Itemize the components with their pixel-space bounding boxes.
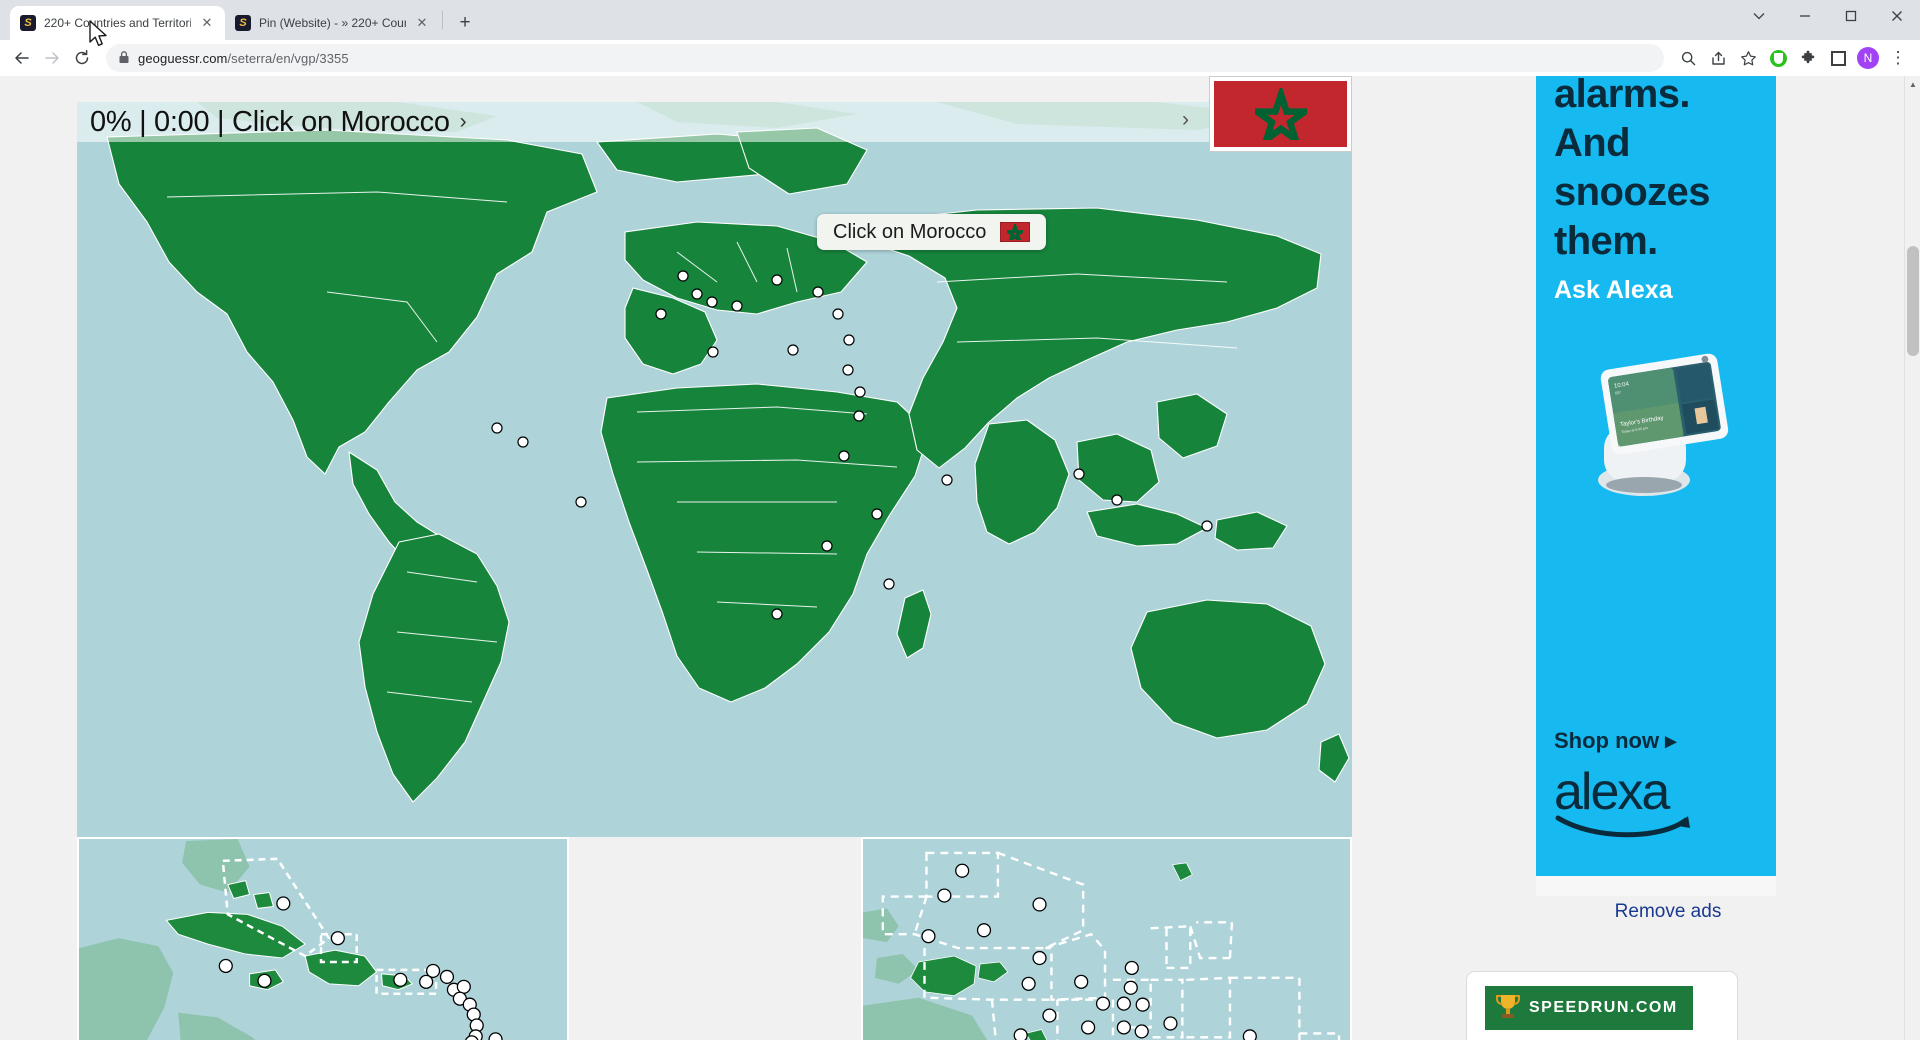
click-prompt-tooltip: Click on Morocco (817, 214, 1047, 250)
address-bar[interactable]: geoguessr.com/seterra/en/vgp/3355 (106, 44, 1664, 72)
tab-divider (442, 11, 443, 29)
toolbar-actions: N ⋮ (1674, 44, 1912, 72)
caribbean-inset-svg[interactable] (79, 839, 567, 1040)
click-prompt-text: Click on Morocco (833, 220, 987, 243)
alexa-logo: alexa (1554, 766, 1694, 840)
morocco-flag-icon (1214, 81, 1347, 147)
back-icon[interactable] (8, 44, 36, 72)
sidebar-rail: alarms. And snoozes them. Ask Alexa 10:0… (1432, 76, 1904, 1040)
tab-favicon-seterra: S (20, 15, 36, 31)
ad-headline: alarms. And snoozes them. (1554, 76, 1710, 266)
browser-toolbar: geoguessr.com/seterra/en/vgp/3355 N ⋮ (0, 40, 1920, 76)
new-tab-button[interactable]: + (451, 9, 479, 37)
trophy-icon (1495, 992, 1521, 1025)
side-panel-icon[interactable] (1824, 44, 1852, 72)
browser-menu-icon[interactable]: ⋮ (1884, 44, 1912, 72)
map-container: 0% | 0:00 | Click on Morocco › › Click o… (77, 76, 1352, 1040)
scrollbar-thumb[interactable] (1907, 246, 1919, 356)
target-flag-box (1209, 76, 1352, 152)
oceania-inset[interactable] (861, 837, 1352, 1040)
url-path: /seterra/en/vgp/3355 (227, 50, 349, 66)
profile-avatar[interactable]: N (1854, 44, 1882, 72)
tab-title: 220+ Countries and Territories - (44, 16, 191, 30)
tab-strip: S 220+ Countries and Territories - ✕ S P… (0, 0, 1920, 40)
tab-search-icon[interactable] (1736, 0, 1782, 32)
world-map[interactable]: 0% | 0:00 | Click on Morocco › › Click o… (77, 102, 1352, 837)
alexa-ad[interactable]: alarms. And snoozes them. Ask Alexa 10:0… (1536, 76, 1776, 876)
tab-favicon-seterra: S (235, 15, 251, 31)
tab-title: Pin (Website) - » 220+ Countries (259, 16, 406, 30)
alexa-wordmark: alexa (1554, 763, 1670, 821)
ad-headline-line-1: alarms. (1554, 76, 1691, 116)
tab-1[interactable]: S Pin (Website) - » 220+ Countries ✕ (225, 6, 440, 40)
tab-close-button[interactable]: ✕ (414, 15, 430, 31)
puzzle-piece-icon[interactable] (1794, 44, 1822, 72)
reload-icon[interactable] (68, 44, 96, 72)
minimize-icon[interactable] (1782, 0, 1828, 32)
ad-headline-line-2: And (1554, 121, 1631, 165)
speedrun-banner[interactable]: SPEEDRUN.COM (1485, 986, 1693, 1030)
page-scrollbar[interactable]: ▲ (1904, 76, 1920, 1040)
morocco-flag-small-icon (1000, 222, 1031, 242)
page-viewport: 0% | 0:00 | Click on Morocco › › Click o… (0, 76, 1920, 1040)
world-map-svg[interactable] (77, 102, 1352, 837)
next-chevron-icon[interactable]: › (1182, 108, 1189, 132)
window-controls (1736, 0, 1920, 32)
forward-icon[interactable] (38, 44, 66, 72)
echo-show-device-image: 10:04 68° Taylor's Birthday Today at 6:0… (1598, 353, 1729, 496)
ad-subhead: Ask Alexa (1554, 276, 1673, 304)
maximize-icon[interactable] (1828, 0, 1874, 32)
avatar-initial: N (1857, 47, 1879, 69)
browser-window: S 220+ Countries and Territories - ✕ S P… (0, 0, 1920, 1040)
ad-cta[interactable]: Shop now ▸ (1554, 728, 1676, 754)
speedrun-label: SPEEDRUN.COM (1529, 999, 1678, 1016)
url-host: geoguessr.com (138, 50, 228, 66)
magnifier-icon[interactable] (1674, 44, 1702, 72)
star-icon[interactable] (1734, 44, 1762, 72)
scroll-up-arrow-icon[interactable]: ▲ (1905, 76, 1920, 92)
lock-icon (118, 50, 130, 67)
ad-headline-line-4: them. (1554, 219, 1658, 263)
green-shield-extension-icon[interactable] (1764, 44, 1792, 72)
svg-text:68°: 68° (1615, 390, 1622, 396)
close-icon[interactable] (1874, 0, 1920, 32)
advertisement[interactable]: alarms. And snoozes them. Ask Alexa 10:0… (1536, 76, 1776, 896)
caribbean-inset[interactable] (77, 837, 569, 1040)
url-text: geoguessr.com/seterra/en/vgp/3355 (138, 51, 349, 66)
speedrun-card[interactable]: SPEEDRUN.COM (1466, 971, 1738, 1040)
tab-0[interactable]: S 220+ Countries and Territories - ✕ (10, 6, 225, 40)
tab-close-button[interactable]: ✕ (199, 15, 215, 31)
share-icon[interactable] (1704, 44, 1732, 72)
remove-ads-link[interactable]: Remove ads (1432, 901, 1904, 923)
oceania-inset-svg[interactable] (863, 839, 1350, 1040)
ad-headline-line-3: snoozes (1554, 170, 1710, 214)
